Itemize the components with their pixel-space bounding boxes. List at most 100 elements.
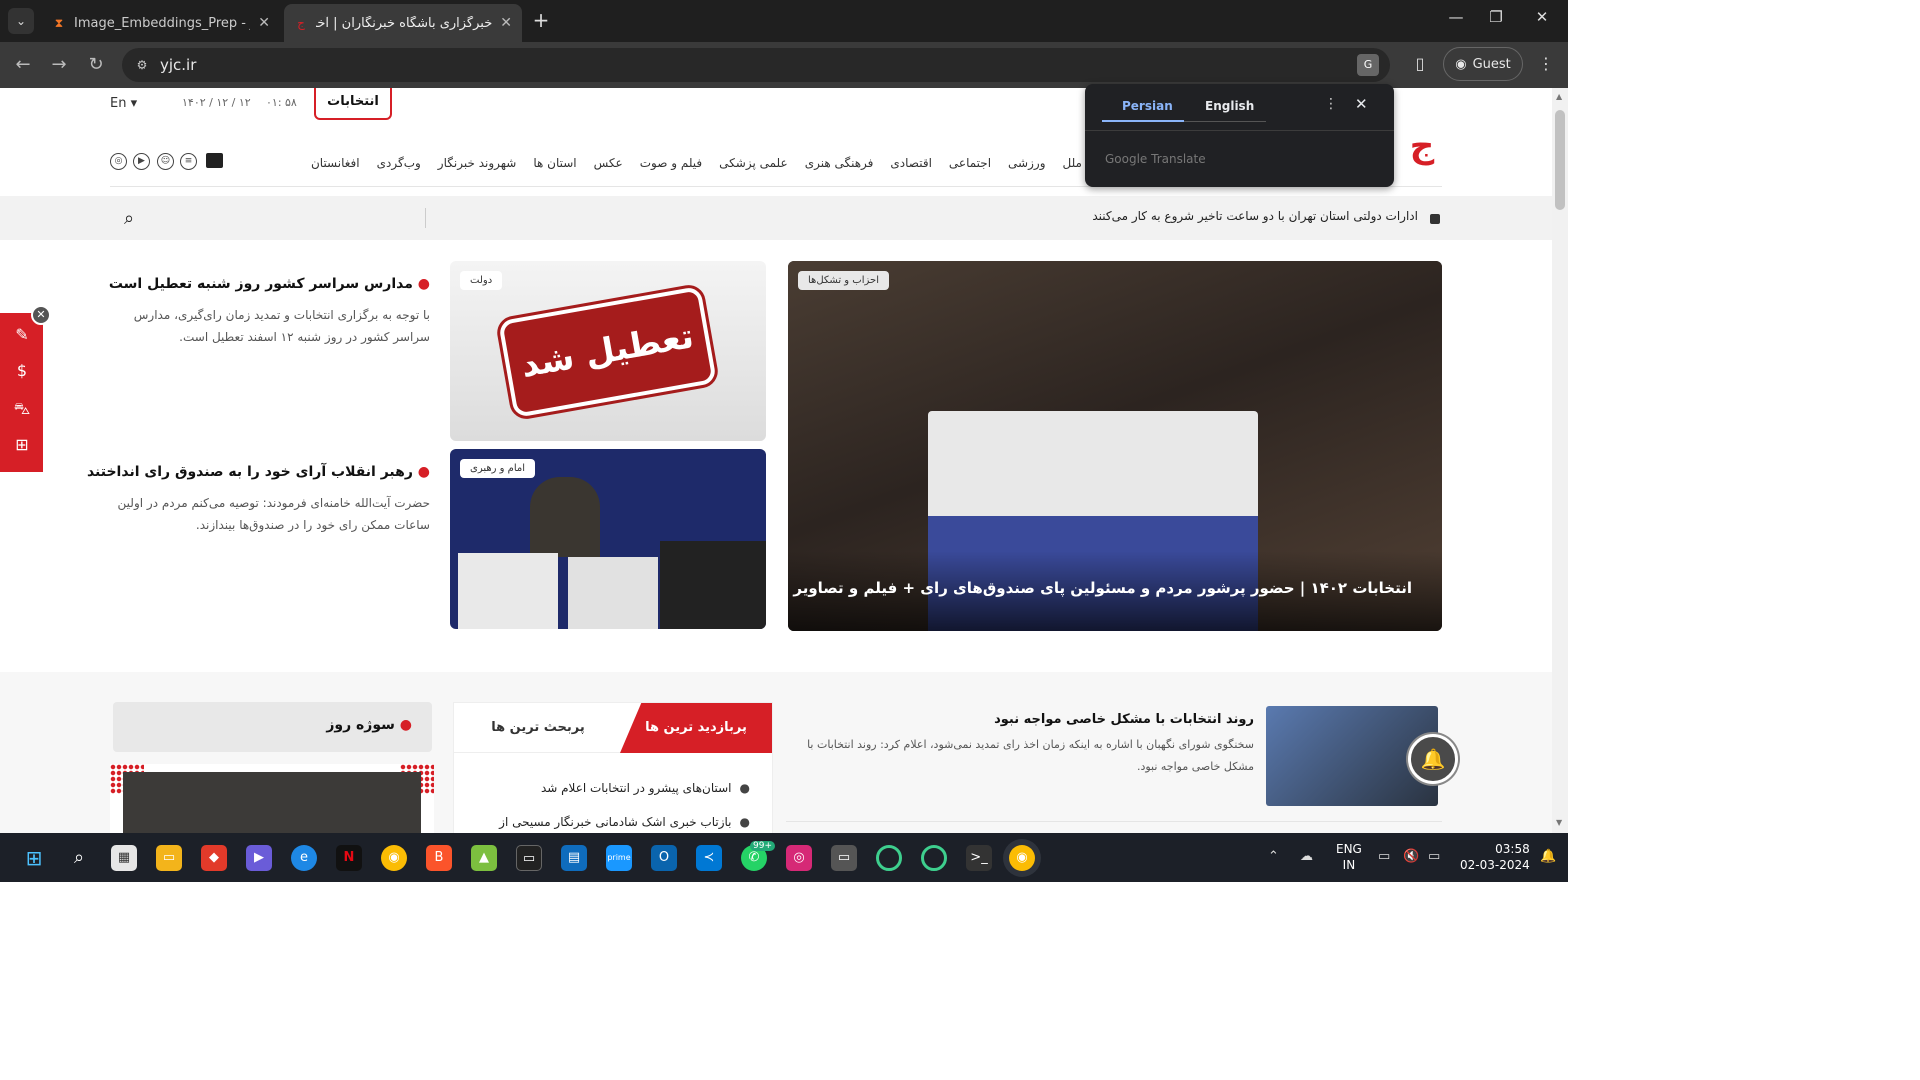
monitor-icon[interactable]: ▭	[1378, 849, 1390, 864]
site-logo[interactable]: ج	[1400, 126, 1444, 170]
car-icon[interactable]: ⛍	[10, 399, 34, 421]
nav-item[interactable]: اجتماعی	[949, 156, 991, 170]
ticker-text[interactable]: ادارات دولتی استان تهران با دو ساعت تاخی…	[1092, 209, 1418, 223]
list-icon[interactable]: ≡	[180, 153, 197, 170]
scroll-up-icon[interactable]: ▲	[1556, 92, 1562, 101]
search-icon[interactable]: ⌕	[124, 208, 134, 229]
notification-bell-icon[interactable]: 🔔	[1408, 734, 1458, 784]
app-icon[interactable]: ▤	[561, 845, 587, 871]
source-language-tab[interactable]: Persian	[1122, 99, 1173, 113]
profile-button[interactable]: ◉ Guest	[1443, 47, 1523, 81]
vscode-icon[interactable]: ≺	[696, 845, 722, 871]
reload-icon[interactable]: ↻	[83, 52, 109, 78]
nav-item[interactable]: اقتصادی	[890, 156, 932, 170]
news-title[interactable]: روند انتخابات با مشکل خاصی مواجه نبود	[994, 712, 1254, 727]
news-title[interactable]: ● رهبر انقلاب آرای خود را به صندوق رای ا…	[87, 464, 430, 480]
list-item[interactable]: ● بازتاب خبری اشک شادمانی خبرنگار مسیحی ا…	[499, 815, 750, 829]
close-icon[interactable]: ✕	[500, 15, 512, 31]
site-info-icon[interactable]: ⚙	[134, 57, 150, 73]
chevron-up-icon[interactable]: ⌃	[1268, 849, 1279, 864]
pen-icon[interactable]: ✎	[10, 325, 34, 347]
battery-icon[interactable]: ▭	[1428, 849, 1440, 864]
side-panel-icon[interactable]: ▯	[1410, 54, 1430, 76]
terminal-icon[interactable]: ▭	[516, 845, 542, 871]
app-icon[interactable]: ▶	[246, 845, 272, 871]
more-options-icon[interactable]: ⋮	[1324, 96, 1338, 112]
minimize-icon[interactable]: —	[1436, 8, 1476, 26]
nav-item[interactable]: ورزشی	[1008, 156, 1045, 170]
url-text[interactable]: yjc.ir	[160, 56, 196, 74]
list-item[interactable]: ● استان‌های پیشرو در انتخابات اعلام شد	[541, 781, 750, 795]
hero-story[interactable]: احزاب و تشکل‌ها انتخابات ۱۴۰۲ | حضور پرش…	[788, 261, 1442, 631]
netflix-icon[interactable]: N	[336, 845, 362, 871]
basket-icon[interactable]: ⊞	[10, 435, 34, 457]
news-item[interactable]: ● مدارس سراسر کشور روز شنبه تعطیل است با…	[108, 276, 430, 348]
input-language[interactable]: ENG IN	[1336, 841, 1362, 873]
mute-icon[interactable]: 🔇	[1403, 849, 1419, 864]
instagram-icon[interactable]: ◎	[786, 845, 812, 871]
chrome-icon[interactable]: ◉	[381, 845, 407, 871]
money-bag-icon[interactable]: $	[10, 361, 34, 383]
forward-arrow-icon[interactable]: →	[46, 52, 72, 78]
nav-item[interactable]: علمی پزشکی	[719, 156, 788, 170]
window-close-icon[interactable]: ✕	[1522, 8, 1562, 26]
scroll-down-icon[interactable]: ▼	[1556, 818, 1562, 827]
maximize-icon[interactable]: ❐	[1476, 8, 1516, 26]
nav-item[interactable]: وب‌گردی	[377, 156, 421, 170]
edge-icon[interactable]: e	[291, 845, 317, 871]
podcast-icon[interactable]: ◎	[110, 153, 127, 170]
translate-icon[interactable]: G	[1357, 54, 1379, 76]
language-switch[interactable]: En ▾	[110, 96, 137, 111]
chrome-icon[interactable]: ◉	[1009, 845, 1035, 871]
close-icon[interactable]: ✕	[31, 305, 51, 325]
story-card[interactable]: امام و رهبری	[450, 449, 766, 629]
nav-item[interactable]: شهروند خبرنگار	[438, 156, 517, 170]
topic-image[interactable]	[110, 764, 434, 833]
nav-item[interactable]: فرهنگی هنری	[805, 156, 874, 170]
prime-video-icon[interactable]: prime	[606, 845, 632, 871]
category-tag[interactable]: احزاب و تشکل‌ها	[798, 271, 889, 290]
app-icon[interactable]	[876, 845, 902, 871]
tab-most-viewed[interactable]: پربازدید ترین ها	[620, 703, 772, 753]
close-icon[interactable]: ✕	[1355, 95, 1368, 113]
news-title[interactable]: ● مدارس سراسر کشور روز شنبه تعطیل است	[108, 276, 430, 292]
nav-item[interactable]: فیلم و صوت	[640, 156, 702, 170]
story-card[interactable]: تعطیل شد دولت	[450, 261, 766, 441]
browser-menu-icon[interactable]: ⋮	[1538, 54, 1554, 73]
tab-most-discussed[interactable]: پربحث ترین ها	[454, 703, 622, 753]
app-icon[interactable]: ◆	[201, 845, 227, 871]
new-tab-button[interactable]: +	[528, 8, 554, 34]
system-clock[interactable]: 03:58 02-03-2024	[1460, 841, 1530, 873]
windows-start-icon[interactable]: ⊞	[21, 845, 47, 871]
store-icon[interactable]: ▦	[111, 845, 137, 871]
cloud-icon[interactable]: ☁	[1300, 849, 1313, 864]
smile-icon[interactable]: ☺	[157, 153, 174, 170]
app-icon[interactable]	[921, 845, 947, 871]
search-icon[interactable]: ⌕	[66, 845, 92, 871]
target-language-tab[interactable]: English	[1205, 99, 1254, 113]
play-icon[interactable]: ▶	[133, 153, 150, 170]
tv-icon[interactable]	[206, 153, 223, 168]
app-icon[interactable]: ▭	[831, 845, 857, 871]
address-bar[interactable]: ⚙ yjc.ir	[122, 48, 1390, 82]
close-icon[interactable]: ✕	[258, 15, 270, 31]
page-scrollbar[interactable]: ▲ ▼	[1552, 88, 1568, 833]
terminal-icon[interactable]: >_	[966, 845, 992, 871]
news-row[interactable]: روند انتخابات با مشکل خاصی مواجه نبود سخ…	[786, 702, 1442, 822]
scrollbar-thumb[interactable]	[1555, 110, 1565, 210]
tab-jupyter[interactable]: ⧗ Image_Embeddings_Prep - Jupy ✕	[42, 4, 280, 42]
notification-icon[interactable]: 🔔	[1540, 849, 1556, 864]
tab-yjc[interactable]: ج خبرگزاری باشگاه خبرنگاران | آخرین ✕	[284, 4, 522, 42]
file-explorer-icon[interactable]: ▭	[156, 845, 182, 871]
tab-search-button[interactable]: ⌄	[8, 8, 34, 34]
nav-item[interactable]: افغانستان	[311, 156, 360, 170]
category-tag[interactable]: امام و رهبری	[460, 459, 536, 478]
category-tag[interactable]: دولت	[460, 271, 503, 290]
nav-item[interactable]: استان ها	[533, 156, 576, 170]
hero-title[interactable]: انتخابات ۱۴۰۲ | حضور پرشور مردم و مسئولی…	[788, 579, 1412, 597]
back-arrow-icon[interactable]: ←	[10, 52, 36, 78]
brave-icon[interactable]: B	[426, 845, 452, 871]
app-icon[interactable]: ▲	[471, 845, 497, 871]
nav-item[interactable]: عکس	[594, 156, 623, 170]
news-item[interactable]: ● رهبر انقلاب آرای خود را به صندوق رای ا…	[87, 464, 430, 536]
